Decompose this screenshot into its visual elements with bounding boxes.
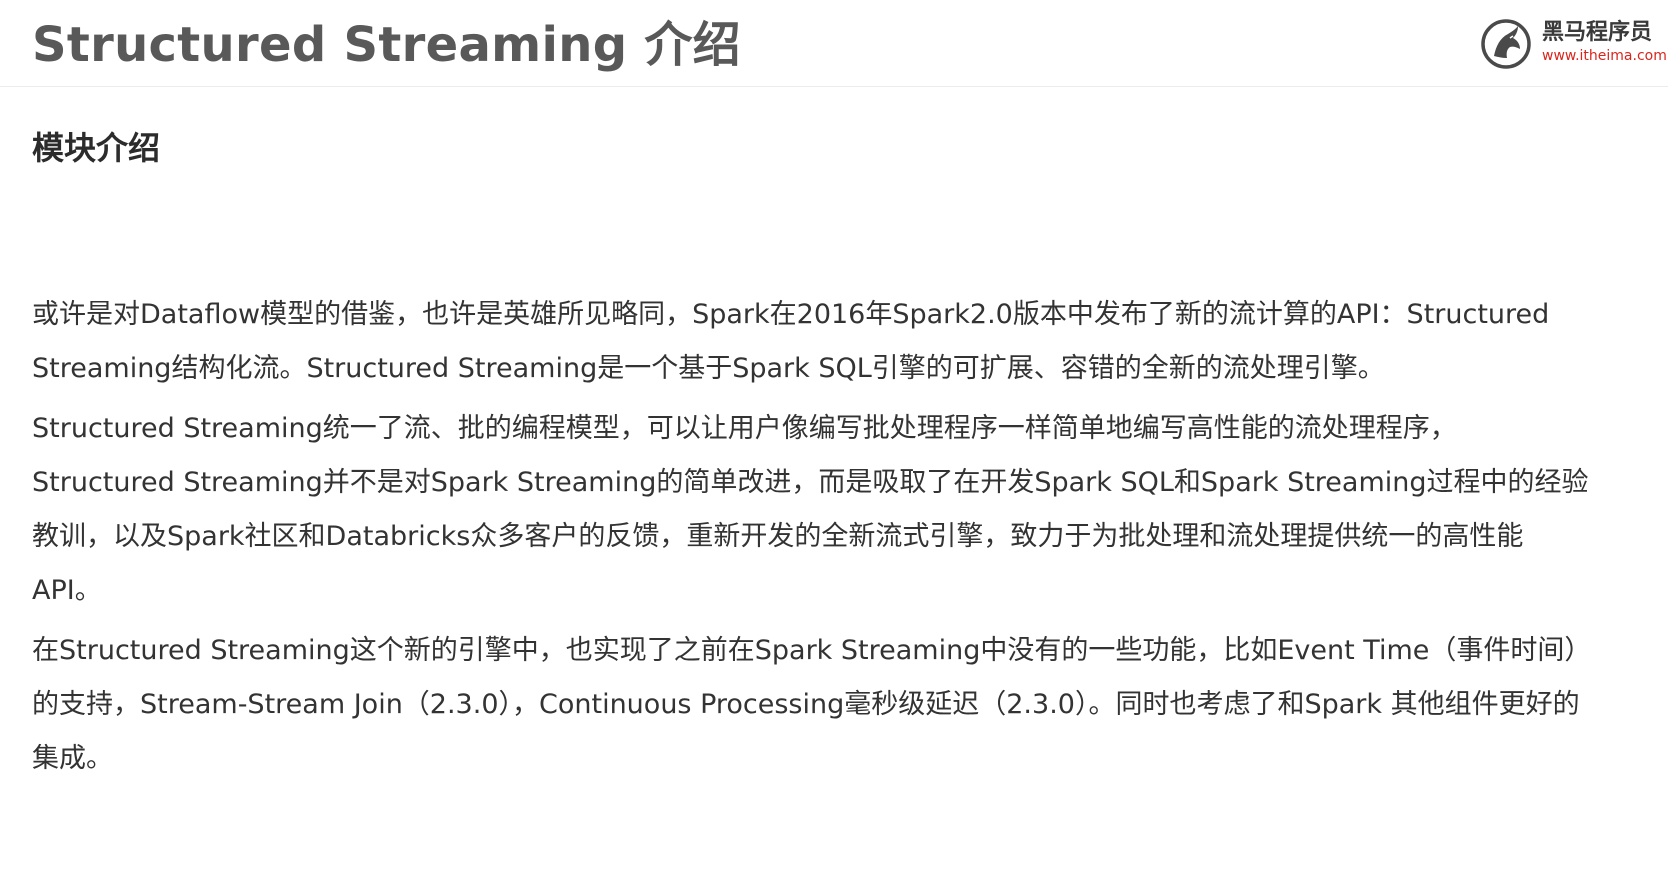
paragraph-intro: 或许是对Dataflow模型的借鉴，也许是英雄所见略同，Spark在2016年S… — [32, 299, 1550, 384]
horse-logo-icon — [1481, 19, 1531, 69]
paragraph-new-features: 在Structured Streaming这个新的引擎中，也实现了之前在Spar… — [32, 635, 1592, 774]
brand-name: 黑马程序员 — [1542, 20, 1653, 45]
paragraph-unified-model: Structured Streaming统一了流、批的编程模型，可以让用户像编写… — [32, 413, 1589, 606]
content-body: 或许是对Dataflow模型的借鉴，也许是英雄所见略同，Spark在2016年S… — [32, 288, 1592, 792]
brand-url: www.itheima.com — [1542, 48, 1667, 64]
brand-logo: 黑马程序员 www.itheima.com — [1480, 14, 1667, 70]
section-heading: 模块介绍 — [32, 129, 161, 167]
page-title: Structured Streaming 介绍 — [32, 17, 741, 73]
page-header: Structured Streaming 介绍 黑马程序员 www.itheim… — [0, 0, 1668, 87]
